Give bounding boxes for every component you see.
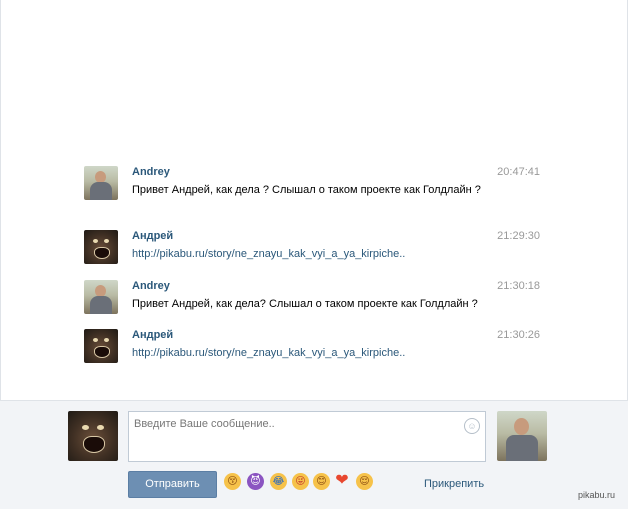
sender-name[interactable]: Андрей <box>132 329 173 341</box>
compose-area: Введите Ваше сообщение.. ☺ Отправить 😚 😈… <box>0 400 628 509</box>
sender-name[interactable]: Андрей <box>132 230 173 242</box>
recipient-avatar[interactable] <box>497 411 547 461</box>
my-avatar[interactable] <box>68 411 118 461</box>
watermark: pikabu.ru <box>578 490 616 500</box>
panel-left-border <box>0 0 1 400</box>
send-button[interactable]: Отправить <box>128 471 217 498</box>
message-time: 21:29:30 <box>497 230 540 242</box>
message-link[interactable]: http://pikabu.ru/story/ne_znayu_kak_vyi_… <box>132 346 482 360</box>
message-input[interactable]: Введите Ваше сообщение.. ☺ <box>128 411 486 462</box>
attach-link[interactable]: Прикрепить <box>424 478 484 490</box>
sender-avatar[interactable] <box>84 166 118 200</box>
laughing-face-icon[interactable]: 😂 <box>270 473 287 490</box>
message-input-placeholder: Введите Ваше сообщение.. <box>134 418 275 430</box>
heart-icon[interactable]: ❤ <box>333 472 351 490</box>
message-text: Привет Андрей, как дела? Слышал о таком … <box>132 298 478 310</box>
sender-avatar[interactable] <box>84 329 118 363</box>
sender-name[interactable]: Andrey <box>132 280 170 292</box>
message-time: 20:47:41 <box>497 166 540 178</box>
smile-icon[interactable]: ☺ <box>464 418 480 434</box>
message-link[interactable]: http://pikabu.ru/story/ne_znayu_kak_vyi_… <box>132 247 482 261</box>
sender-avatar[interactable] <box>84 280 118 314</box>
winking-tongue-icon[interactable]: 😜 <box>292 473 309 490</box>
message-time: 21:30:26 <box>497 329 540 341</box>
relieved-face-icon[interactable]: 😌 <box>356 473 373 490</box>
smiling-face-icon[interactable]: 😊 <box>313 473 330 490</box>
message-time: 21:30:18 <box>497 280 540 292</box>
smiling-devil-icon[interactable]: 😈 <box>247 473 264 490</box>
sender-avatar[interactable] <box>84 230 118 264</box>
message-text: Привет Андрей, как дела ? Слышал о таком… <box>132 184 481 196</box>
sender-name[interactable]: Andrey <box>132 166 170 178</box>
kissing-face-icon[interactable]: 😚 <box>224 473 241 490</box>
